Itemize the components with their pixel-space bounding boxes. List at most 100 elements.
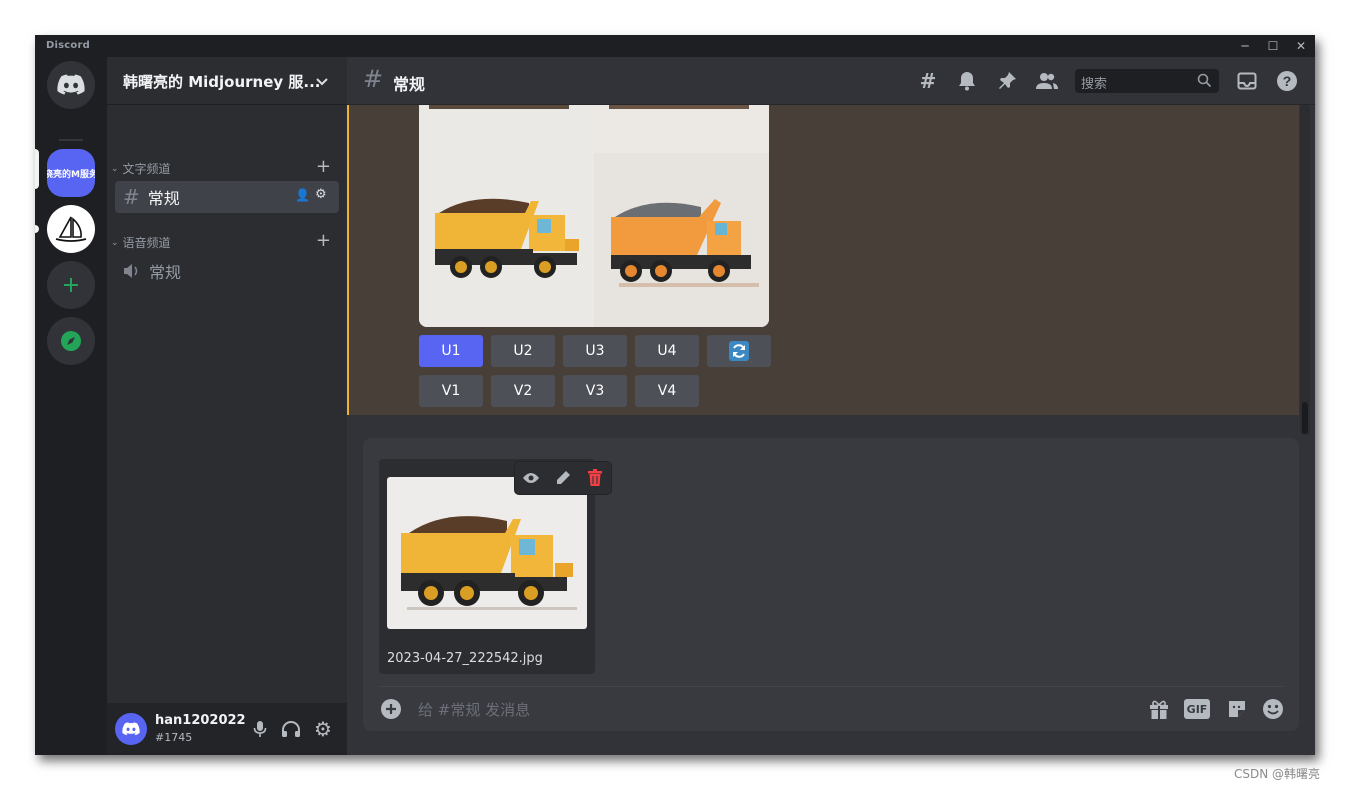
plus-icon: [64, 278, 78, 292]
close-button[interactable]: ✕: [1287, 35, 1315, 57]
attachment-filename: 2023-04-27_222542.jpg: [387, 651, 543, 666]
category-label: 文字频道: [122, 162, 171, 176]
gear-icon: ⚙: [314, 717, 332, 741]
headphones-button[interactable]: [279, 717, 303, 741]
threads-icon: #: [919, 69, 937, 93]
truck-thumbnail: [401, 516, 577, 610]
compass-icon: [61, 331, 81, 351]
variation-button-1[interactable]: V1: [419, 375, 483, 407]
discord-logo-icon: [57, 74, 85, 95]
refresh-icon: [729, 341, 749, 361]
server-midjourney[interactable]: [47, 205, 95, 253]
pencil-icon: [557, 471, 570, 484]
scrollbar-track[interactable]: [1300, 105, 1310, 435]
category-label: 语音频道: [122, 236, 171, 250]
app-title: Discord: [46, 40, 90, 51]
smiley-icon: [1263, 699, 1283, 719]
members-icon: [1036, 73, 1058, 89]
upload-button[interactable]: [379, 697, 403, 721]
channel-title: 常规: [393, 75, 426, 94]
inbox-icon: [1237, 72, 1257, 90]
chevron-down-icon: [316, 78, 328, 86]
gif-label: GIF: [1186, 702, 1208, 716]
upscale-button-4[interactable]: U4: [635, 335, 699, 367]
upscale-button-2[interactable]: U2: [491, 335, 555, 367]
guild-name: 韩曙亮的 Midjourney 服...: [123, 73, 321, 91]
edit-attachment-button[interactable]: [551, 466, 575, 490]
category-text[interactable]: ⌄ 文字频道: [111, 160, 171, 177]
remove-attachment-button[interactable]: [583, 466, 607, 490]
chevron-down-icon: ⌄: [111, 237, 119, 248]
chat-main: # 常规 # 搜索 ? U1 U2 U3 U4 V1 V2 V3 V4 2023…: [347, 57, 1315, 755]
gift-button[interactable]: [1147, 697, 1171, 721]
channel-label: 常规: [149, 263, 182, 282]
composer-divider: [379, 686, 1283, 687]
invite-member-icon[interactable]: 👤: [295, 188, 310, 202]
attachment-thumbnail: [387, 477, 587, 629]
message-input[interactable]: 给 #常规 发消息: [418, 699, 530, 720]
gif-button[interactable]: GIF: [1184, 699, 1210, 719]
microphone-button[interactable]: [249, 717, 271, 741]
hashtag-icon: #: [363, 65, 384, 93]
headphones-icon: [282, 721, 300, 737]
sticker-button[interactable]: [1225, 697, 1249, 721]
server-rail: 晓亮的M服务: [35, 57, 107, 755]
help-button[interactable]: ?: [1275, 69, 1299, 93]
rail-separator: [59, 139, 83, 141]
username[interactable]: han1202022: [155, 713, 246, 728]
member-list-button[interactable]: [1035, 69, 1059, 93]
unread-pill: [35, 225, 39, 233]
explore-servers-button[interactable]: [47, 317, 95, 365]
bell-icon: [959, 72, 975, 91]
title-bar: Discord ─ ☐ ✕: [35, 35, 1315, 57]
create-channel-button[interactable]: +: [316, 232, 331, 250]
category-voice[interactable]: ⌄ 语音频道: [111, 234, 171, 251]
discord-logo-icon: [122, 722, 140, 736]
server-midjourney-own[interactable]: 晓亮的M服务: [47, 149, 95, 197]
hashtag-icon: #: [123, 185, 140, 209]
spoiler-button[interactable]: [519, 466, 543, 490]
sticker-icon: [1229, 701, 1245, 717]
upscale-button-3[interactable]: U3: [563, 335, 627, 367]
variation-button-2[interactable]: V2: [491, 375, 555, 407]
attachment-toolbar: [515, 462, 611, 494]
pin-icon: [999, 72, 1016, 89]
message-highlighted: U1 U2 U3 U4 V1 V2 V3 V4: [347, 105, 1299, 415]
threads-button[interactable]: #: [916, 69, 940, 93]
search-input[interactable]: 搜索: [1075, 69, 1219, 93]
search-icon: [1197, 73, 1212, 88]
microphone-icon: [253, 721, 267, 737]
channel-item-general-voice[interactable]: 常规: [115, 255, 339, 287]
gift-icon: [1150, 700, 1168, 719]
svg-text:?: ?: [1283, 73, 1292, 89]
gear-icon[interactable]: ⚙: [315, 187, 327, 202]
user-settings-button[interactable]: ⚙: [311, 717, 335, 741]
minimize-button[interactable]: ─: [1231, 35, 1259, 57]
channel-sidebar: 韩曙亮的 Midjourney 服... ⌄ 文字频道 + # 常规 👤 ⚙ ⌄…: [107, 57, 347, 755]
channel-label: 常规: [147, 189, 180, 208]
help-icon: ?: [1277, 71, 1297, 91]
selected-server-pill: [35, 149, 39, 189]
channel-item-general-text[interactable]: # 常规 👤 ⚙: [115, 181, 339, 213]
generated-image-grid[interactable]: [419, 105, 769, 327]
search-placeholder: 搜索: [1081, 77, 1108, 92]
channel-header: # 常规 # 搜索 ?: [347, 57, 1315, 105]
user-tag: #1745: [155, 731, 193, 744]
variation-button-4[interactable]: V4: [635, 375, 699, 407]
chevron-down-icon: ⌄: [111, 163, 119, 174]
scrollbar-thumb[interactable]: [1302, 402, 1308, 434]
maximize-button[interactable]: ☐: [1259, 35, 1287, 57]
add-server-button[interactable]: [47, 261, 95, 309]
inbox-button[interactable]: [1235, 69, 1259, 93]
emoji-button[interactable]: [1261, 697, 1285, 721]
home-button[interactable]: [47, 61, 95, 109]
upscale-button-1[interactable]: U1: [419, 335, 483, 367]
plus-circle-icon: [381, 699, 401, 719]
pinned-messages-button[interactable]: [995, 69, 1019, 93]
notifications-button[interactable]: [955, 69, 979, 93]
reroll-button[interactable]: [707, 335, 771, 367]
variation-button-3[interactable]: V3: [563, 375, 627, 407]
avatar[interactable]: [115, 713, 147, 745]
create-channel-button[interactable]: +: [316, 158, 331, 176]
guild-header[interactable]: 韩曙亮的 Midjourney 服...: [107, 57, 347, 105]
